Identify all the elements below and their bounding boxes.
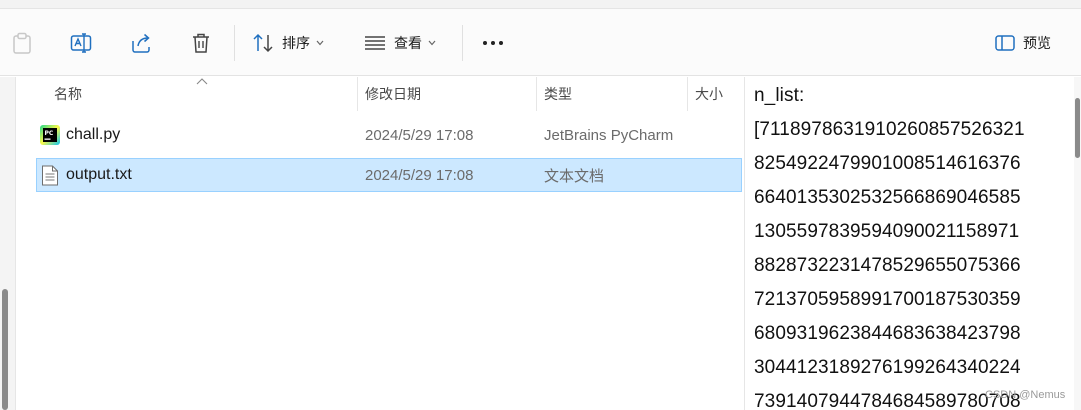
- column-header-size[interactable]: 大小: [695, 77, 723, 111]
- preview-pane-button[interactable]: 预览: [995, 25, 1051, 61]
- left-scrollbar-thumb[interactable]: [2, 289, 8, 410]
- share-icon: [132, 33, 150, 53]
- left-scrollbar[interactable]: [0, 77, 16, 410]
- preview-pane-icon: [995, 35, 1015, 51]
- preview-line: 6809319623844683638423798: [754, 323, 1021, 344]
- text-file-icon: [42, 165, 58, 186]
- file-date: 2024/5/29 17:08: [365, 126, 474, 144]
- column-header-date[interactable]: 修改日期: [365, 77, 421, 111]
- paste-button[interactable]: [4, 25, 40, 61]
- toolbar-separator: [462, 25, 463, 61]
- preview-scrollbar-thumb[interactable]: [1075, 98, 1080, 158]
- file-type: 文本文档: [544, 167, 605, 185]
- rename-button[interactable]: [63, 25, 99, 61]
- toolbar-separator: [234, 25, 235, 61]
- preview-line: 8254922479901008514616376: [754, 153, 1021, 174]
- preview-line: 3044123189276199264340224: [754, 357, 1021, 378]
- rename-icon: [70, 33, 92, 53]
- preview-line: 7213705958991700187530359: [754, 289, 1021, 310]
- svg-text:PC: PC: [45, 130, 54, 137]
- trash-icon: [193, 33, 209, 53]
- sort-ascending-icon: [196, 78, 208, 85]
- more-options-button[interactable]: [475, 25, 511, 61]
- more-icon: [483, 41, 503, 45]
- view-label: 查看: [394, 36, 422, 52]
- pycharm-file-icon: PC: [40, 125, 60, 145]
- file-type: JetBrains PyCharm: [544, 126, 674, 144]
- view-list-icon: [365, 36, 385, 50]
- preview-line: 8828732231478529655075366: [754, 255, 1021, 276]
- preview-line: 6640135302532566869046585: [754, 187, 1021, 208]
- file-name: chall.py: [66, 126, 121, 143]
- sort-icon: [253, 33, 273, 53]
- file-row-chall-py[interactable]: PC chall.py 2024/5/29 17:08 JetBrains Py…: [36, 118, 742, 152]
- preview-scrollbar[interactable]: [1074, 77, 1081, 410]
- file-name: output.txt: [66, 166, 132, 183]
- preview-line: [7118978631910260857526321: [754, 119, 1025, 140]
- chevron-down-icon: [316, 40, 324, 46]
- file-date: 2024/5/29 17:08: [365, 166, 474, 184]
- clipboard-icon: [13, 32, 31, 54]
- file-row-output-txt[interactable]: output.txt 2024/5/29 17:08 文本文档: [36, 158, 742, 192]
- column-divider[interactable]: [687, 77, 688, 111]
- view-button[interactable]: 查看: [364, 25, 436, 61]
- preview-line: 1305597839594090021158971: [754, 221, 1020, 242]
- share-button[interactable]: [123, 25, 159, 61]
- column-header: 名称 修改日期 类型 大小: [16, 77, 744, 111]
- watermark: CSDN @Nemus: [985, 389, 1066, 401]
- sort-label: 排序: [282, 36, 310, 52]
- column-header-name[interactable]: 名称: [54, 77, 82, 111]
- column-divider[interactable]: [536, 77, 537, 111]
- preview-label: 预览: [1023, 36, 1051, 52]
- preview-pane[interactable]: n_list: [7118978631910260857526321 82549…: [744, 77, 1074, 410]
- column-header-type[interactable]: 类型: [544, 77, 572, 111]
- sort-button[interactable]: 排序: [252, 25, 324, 61]
- column-divider[interactable]: [357, 77, 358, 111]
- chevron-down-icon: [428, 40, 436, 46]
- preview-line: 7391407944784684589780708: [754, 391, 1021, 410]
- delete-button[interactable]: [183, 25, 219, 61]
- preview-line: n_list:: [754, 85, 805, 106]
- command-bar: 排序 查看 预览: [0, 9, 1081, 76]
- window-top-strip: [0, 0, 1081, 9]
